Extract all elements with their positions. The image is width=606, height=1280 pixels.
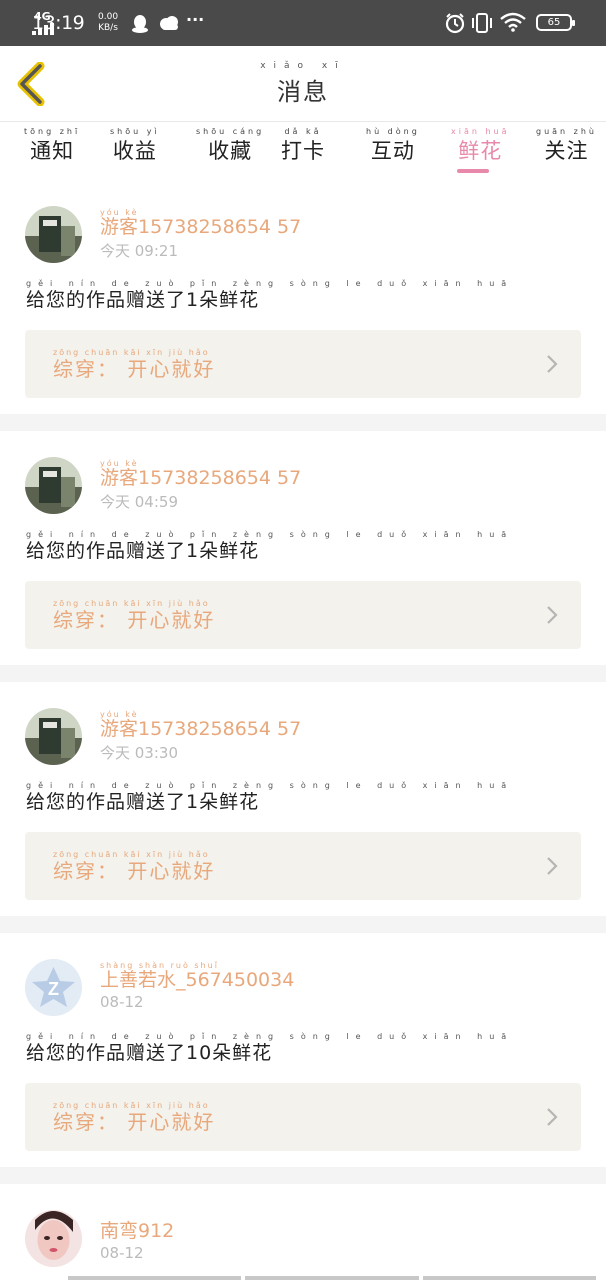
work-title: 综穿： 开心就好 (53, 1110, 216, 1134)
wifi-icon (500, 12, 526, 32)
page-title: 消息 (277, 78, 329, 106)
divider (0, 1167, 606, 1184)
message-text: 给您的作品赠送了1朵鲜花 (26, 289, 260, 311)
tab-income[interactable]: shōu yì 收益 (110, 126, 160, 164)
alarm-icon (445, 13, 465, 34)
divider (0, 916, 606, 933)
chevron-right-icon (547, 355, 558, 373)
scroll-indicator (68, 1276, 596, 1280)
battery-icon: 65 (536, 14, 575, 31)
title-block: xiǎo xī 消息 (0, 60, 606, 107)
avatar[interactable] (25, 206, 82, 263)
message-item: 南弯912 08-12 (0, 1184, 606, 1280)
sender-name[interactable]: 游客15738258654 57 (100, 212, 301, 239)
net-speed: 0.00 KB/s (98, 12, 119, 33)
message-item: yóu kè 游客15738258654 57 今天 04:59 gěi nín… (0, 431, 606, 665)
tab-favorites[interactable]: shōu cáng 收藏 (196, 126, 264, 164)
title-pinyin: xiǎo xī (260, 61, 346, 71)
chevron-right-icon (547, 857, 558, 875)
work-link[interactable]: zōng chuān kāi xīn jiù hǎo 综穿： 开心就好 (25, 1083, 581, 1151)
cloud-icon (160, 16, 178, 30)
chevron-right-icon (547, 606, 558, 624)
sender-name[interactable]: 游客15738258654 57 (100, 714, 301, 741)
tab-bar: tōng zhī 通知 shōu yì 收益 shōu cáng 收藏 dǎ k… (0, 122, 606, 180)
divider (0, 414, 606, 431)
tab-checkin[interactable]: dǎ kǎ 打卡 (281, 126, 325, 164)
work-title: 综穿： 开心就好 (53, 357, 216, 381)
active-tab-indicator (457, 169, 489, 173)
vibrate-icon (472, 13, 492, 33)
timestamp: 今天 03:30 (100, 744, 178, 762)
tab-flowers[interactable]: xiān huā 鲜花 (451, 126, 510, 164)
avatar[interactable] (25, 457, 82, 514)
tab-interaction[interactable]: hù dòng 互动 (366, 126, 420, 164)
header-bar: xiǎo xī 消息 (0, 46, 606, 122)
sender-name[interactable]: 南弯912 (100, 1216, 174, 1243)
sender-name[interactable]: 上善若水_567450034 (100, 965, 294, 992)
svg-text:Z: Z (48, 979, 59, 999)
work-link[interactable]: zōng chuān kāi xīn jiù hǎo 综穿： 开心就好 (25, 330, 581, 398)
clock: 13:19 (32, 12, 85, 34)
timestamp: 今天 04:59 (100, 493, 178, 511)
avatar[interactable] (25, 708, 82, 765)
more-icon: ··· (186, 10, 205, 29)
work-link[interactable]: zōng chuān kāi xīn jiù hǎo 综穿： 开心就好 (25, 832, 581, 900)
divider (0, 665, 606, 682)
message-text: 给您的作品赠送了1朵鲜花 (26, 540, 260, 562)
work-title: 综穿： 开心就好 (53, 608, 216, 632)
tab-following[interactable]: guān zhù 关注 (536, 126, 597, 164)
timestamp: 今天 09:21 (100, 242, 178, 260)
status-bar: 4G 13:19 0.00 KB/s ··· 65 (0, 0, 606, 46)
qq-icon (132, 15, 148, 33)
timestamp: 08-12 (100, 1244, 144, 1262)
message-text: 给您的作品赠送了1朵鲜花 (26, 791, 260, 813)
message-item: yóu kè 游客15738258654 57 今天 03:30 gěi nín… (0, 682, 606, 916)
work-title: 综穿： 开心就好 (53, 859, 216, 883)
avatar[interactable] (25, 1210, 82, 1267)
timestamp: 08-12 (100, 993, 144, 1011)
message-text: 给您的作品赠送了10朵鲜花 (26, 1042, 273, 1064)
message-item: yóu kè 游客15738258654 57 今天 09:21 gěi nín… (0, 180, 606, 414)
sender-name[interactable]: 游客15738258654 57 (100, 463, 301, 490)
work-link[interactable]: zōng chuān kāi xīn jiù hǎo 综穿： 开心就好 (25, 581, 581, 649)
chevron-right-icon (547, 1108, 558, 1126)
avatar[interactable]: Z (25, 959, 82, 1016)
message-item: Z shàng shàn ruò shuǐ 上善若水_567450034 08-… (0, 933, 606, 1167)
tab-notice[interactable]: tōng zhī 通知 (24, 126, 80, 164)
